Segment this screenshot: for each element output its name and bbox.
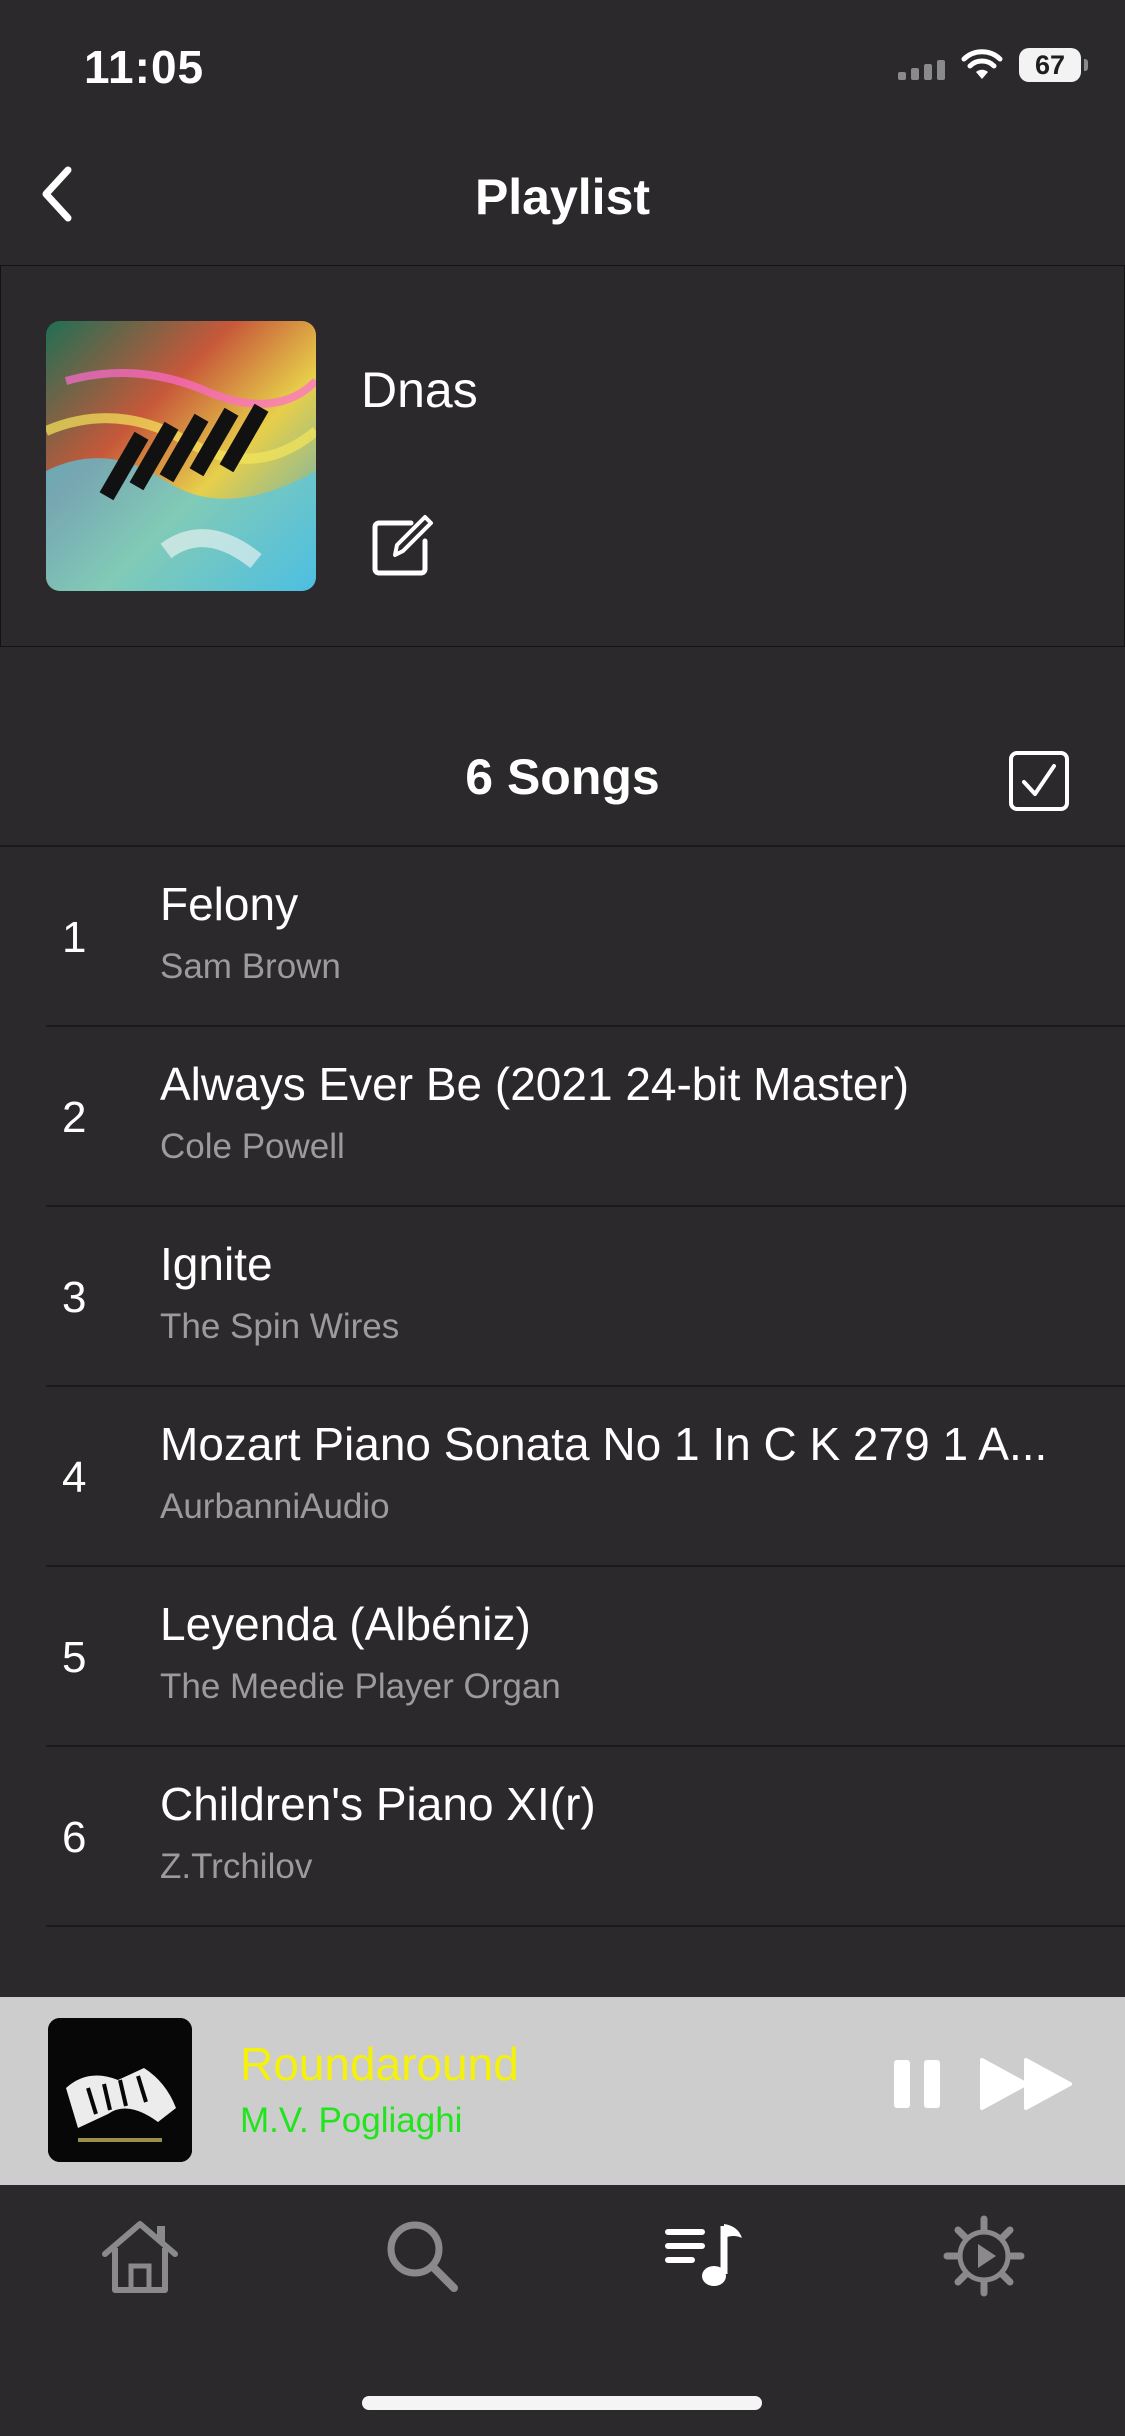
song-row[interactable]: 6 Children's Piano XI(r) Z.Trchilov — [0, 1747, 1125, 1927]
song-artist: The Spin Wires — [160, 1307, 400, 1346]
song-row[interactable]: 4 Mozart Piano Sonata No 1 In C K 279 1 … — [0, 1387, 1125, 1567]
home-icon — [102, 2221, 178, 2293]
settings-icon — [943, 2215, 1025, 2297]
songs-header: 6 Songs — [0, 700, 1125, 847]
song-artist: Sam Brown — [160, 947, 341, 986]
now-playing-cover-art[interactable] — [48, 2018, 192, 2162]
playlist-icon — [665, 2224, 742, 2286]
songs-count: 6 Songs — [465, 749, 660, 805]
song-artist: AurbanniAudio — [160, 1487, 390, 1526]
page-title: Playlist — [474, 169, 651, 225]
playlist-header: Dnas — [0, 265, 1125, 647]
song-row[interactable]: 2 Always Ever Be (2021 24-bit Master) Co… — [0, 1027, 1125, 1207]
tab-home[interactable] — [90, 2206, 190, 2306]
song-row[interactable]: 5 Leyenda (Albéniz) The Meedie Player Or… — [0, 1567, 1125, 1747]
status-time: 11:05 — [84, 41, 205, 93]
song-title: Children's Piano XI(r) — [160, 1778, 596, 1830]
song-index: 6 — [62, 1813, 87, 1862]
battery-indicator: 67 — [1019, 48, 1088, 82]
cellular-signal-icon — [898, 50, 945, 80]
song-row[interactable]: 1 Felony Sam Brown — [0, 847, 1125, 1027]
tab-playlists[interactable] — [654, 2206, 754, 2306]
now-playing-artwork-image — [48, 2018, 192, 2162]
song-title: Felony — [160, 878, 299, 930]
pause-button[interactable] — [888, 2052, 948, 2116]
fast-forward-icon — [980, 2058, 1072, 2110]
song-title: Leyenda (Albéniz) — [160, 1598, 531, 1650]
now-playing-title: Roundaround — [240, 2038, 519, 2090]
song-index: 4 — [62, 1453, 87, 1502]
playlist-cover-art[interactable] — [46, 321, 316, 591]
song-index: 1 — [62, 913, 87, 962]
select-songs-button[interactable] — [1008, 750, 1070, 812]
now-playing-artist: M.V. Pogliaghi — [240, 2101, 463, 2140]
song-index: 2 — [62, 1093, 87, 1142]
edit-playlist-button[interactable] — [365, 511, 437, 583]
battery-level: 67 — [1034, 49, 1066, 80]
song-list: 1 Felony Sam Brown 2 Always Ever Be (202… — [0, 847, 1125, 1927]
playlist-name: Dnas — [361, 362, 478, 418]
song-artist: Cole Powell — [160, 1127, 345, 1166]
cover-artwork-image — [46, 321, 316, 591]
edit-icon — [372, 515, 433, 576]
pause-icon — [894, 2060, 940, 2108]
song-artist: Z.Trchilov — [160, 1847, 313, 1886]
song-index: 3 — [62, 1273, 87, 1322]
tab-search[interactable] — [372, 2206, 472, 2306]
song-title: Ignite — [160, 1238, 273, 1290]
wifi-icon — [961, 49, 1003, 79]
status-bar: 11:05 67 — [0, 0, 1125, 140]
song-title: Always Ever Be (2021 24-bit Master) — [160, 1058, 910, 1110]
next-track-button[interactable] — [978, 2052, 1078, 2116]
song-row[interactable]: 3 Ignite The Spin Wires — [0, 1207, 1125, 1387]
status-icons: 67 — [898, 48, 1088, 82]
mini-player[interactable]: Roundaround M.V. Pogliaghi — [0, 1997, 1125, 2185]
search-icon — [387, 2221, 458, 2292]
song-index: 5 — [62, 1633, 87, 1682]
tab-settings[interactable] — [934, 2206, 1034, 2306]
checkbox-icon — [1009, 751, 1069, 811]
song-artist: The Meedie Player Organ — [160, 1667, 561, 1706]
song-title: Mozart Piano Sonata No 1 In C K 279 1 A.… — [160, 1418, 1048, 1470]
home-indicator[interactable] — [362, 2396, 762, 2410]
navigation-bar: Playlist — [0, 140, 1125, 267]
